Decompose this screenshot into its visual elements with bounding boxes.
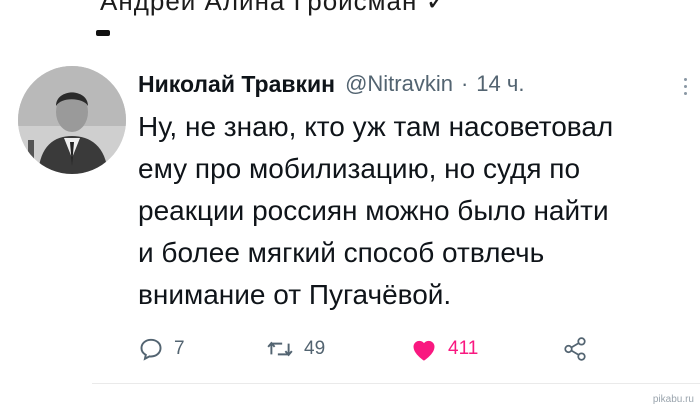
reply-count: 7: [174, 338, 185, 359]
avatar-photo: [18, 66, 126, 174]
tweet-text-line: и более мягкий способ отвлечь: [138, 237, 545, 268]
tweet-text: Ну, не знаю, кто уж там насоветовал ему …: [138, 106, 683, 316]
tweet-actions: 7 49 411: [138, 329, 618, 369]
previous-tweet-cutoff: Андрей Алина Гройсман ✓: [0, 0, 700, 44]
tweet-divider: [92, 383, 700, 384]
tweet-text-line: внимание от Пугачёвой.: [138, 279, 452, 310]
reply-icon: [140, 338, 162, 361]
share-button[interactable]: [562, 329, 588, 369]
tweet-text-line: ему про мобилизацию, но судя по: [138, 153, 581, 184]
separator-dot: ·: [460, 71, 469, 96]
tweet[interactable]: Николай Травкин @Nitravkin · 14 ч. Ну, н…: [0, 44, 700, 389]
retweet-count: 49: [304, 338, 326, 359]
previous-tweet-fragment: [96, 30, 110, 36]
author-name[interactable]: Николай Травкин: [138, 71, 335, 98]
tweet-text-line: Ну, не знаю, кто уж там насоветовал: [138, 111, 614, 142]
like-count: 411: [448, 338, 479, 359]
avatar[interactable]: [18, 66, 126, 174]
more-options-icon[interactable]: [682, 78, 688, 98]
share-icon: [564, 337, 586, 361]
like-button[interactable]: 411: [410, 329, 478, 369]
heart-icon: [413, 340, 435, 361]
watermark: pikabu.ru: [652, 394, 694, 405]
previous-tweet-cut-text: Андрей Алина Гройсман ✓: [100, 0, 449, 16]
retweet-icon: [267, 341, 293, 357]
reply-button[interactable]: 7: [138, 329, 185, 369]
tweet-header: Николай Травкин @Nitravkin · 14 ч.: [138, 66, 680, 102]
author-handle[interactable]: @Nitravkin: [345, 71, 453, 97]
retweet-button[interactable]: 49: [266, 329, 325, 369]
tweet-time[interactable]: 14 ч.: [476, 71, 524, 97]
tweet-text-line: реакции россиян можно было найти: [138, 195, 609, 226]
